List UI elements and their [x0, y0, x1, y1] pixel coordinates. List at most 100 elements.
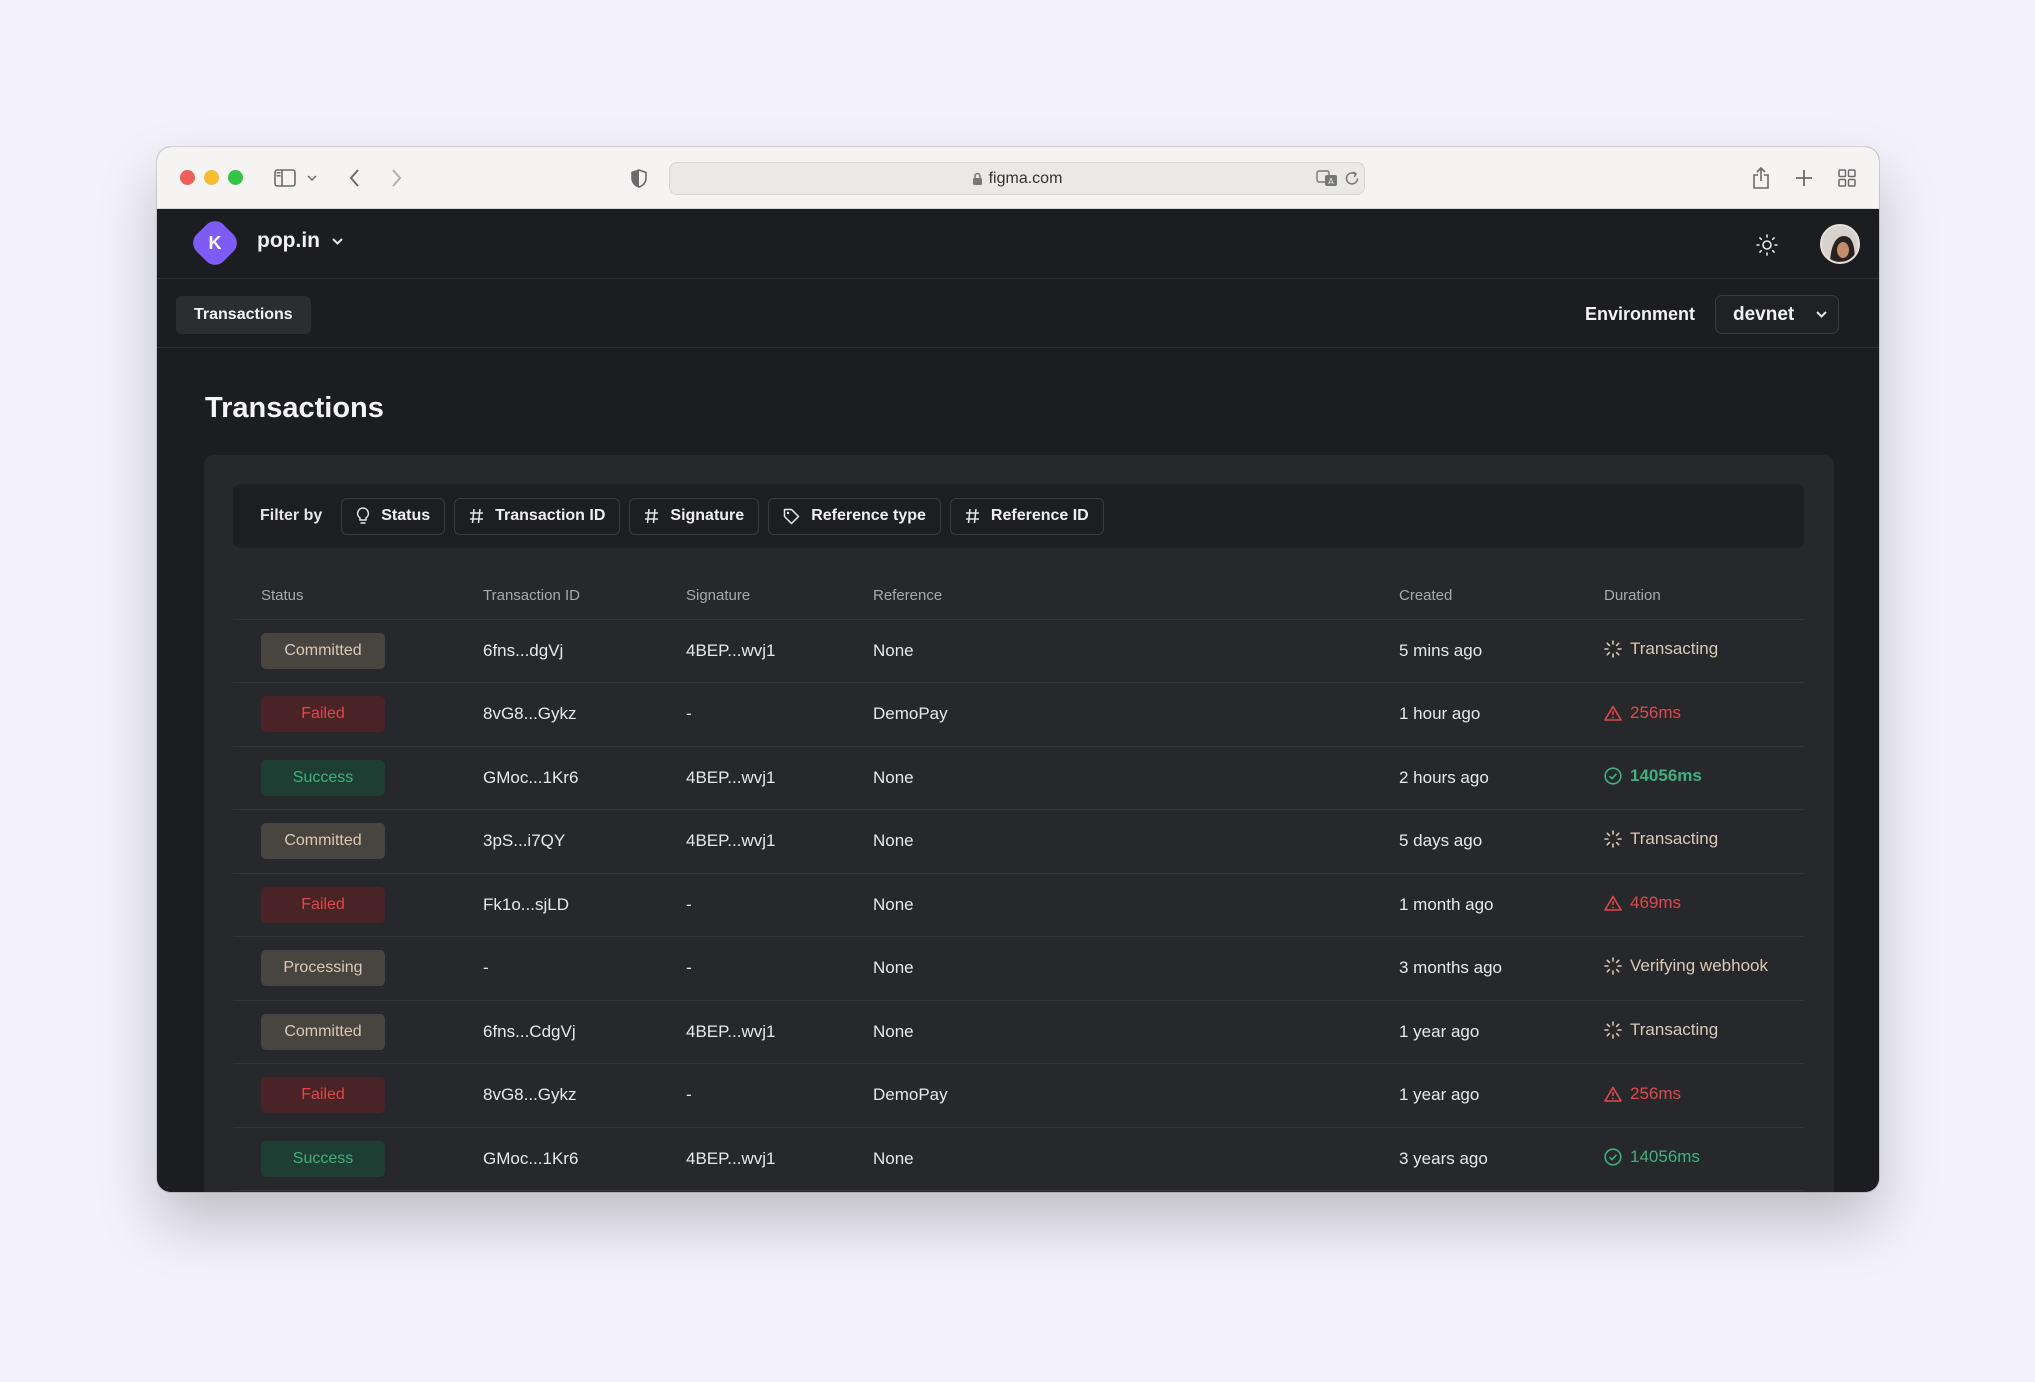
- theme-toggle-sun-icon[interactable]: [1755, 233, 1779, 257]
- transactions-panel: Filter by Status Transaction ID Signatur…: [204, 455, 1834, 1192]
- duration-cell: 14056ms: [1604, 1127, 1804, 1191]
- duration-cell: Verifying webhook: [1604, 936, 1804, 1001]
- transaction-id-cell[interactable]: GMoc...1Kr6: [483, 1127, 686, 1191]
- column-header-reference[interactable]: Reference: [873, 573, 1399, 620]
- translate-icon[interactable]: A: [1316, 170, 1338, 192]
- sidebar-toggle-icon[interactable]: [270, 161, 300, 195]
- table-row[interactable]: Committed 6fns...dgVj 4BEP...wvj1 None 5 min…: [233, 619, 1804, 683]
- status-badge: Committed: [261, 823, 385, 860]
- hash-icon: [965, 508, 979, 524]
- transaction-id-cell[interactable]: 6fns...dgVj: [483, 619, 686, 683]
- signature-cell[interactable]: 4BEP...wvj1: [686, 1127, 873, 1191]
- share-icon[interactable]: [1749, 161, 1773, 195]
- duration-cell: 256ms: [1604, 1063, 1804, 1128]
- table-row[interactable]: Failed 8vG8...Gykz - DemoPay 1 year ago 256ms: [233, 1063, 1804, 1128]
- filter-chip-reference-type[interactable]: Reference type: [768, 497, 941, 535]
- table-row[interactable]: Committed 6fns...CdgVj 4BEP...wvj1 None 1 ye…: [233, 1000, 1804, 1064]
- duration-cell: Transacting: [1604, 619, 1804, 683]
- created-cell: 1 month ago: [1399, 873, 1604, 937]
- signature-cell[interactable]: -: [686, 682, 873, 747]
- column-header-status[interactable]: Status: [233, 573, 483, 620]
- user-avatar[interactable]: [1820, 224, 1860, 264]
- close-window-button[interactable]: [180, 170, 195, 185]
- reference-cell: None: [873, 936, 1399, 1001]
- transaction-id-cell[interactable]: -: [483, 936, 686, 1001]
- transaction-id-cell[interactable]: GMoc...1Kr6: [483, 746, 686, 810]
- signature-cell[interactable]: -: [686, 1063, 873, 1128]
- table-row[interactable]: Committed 3pS...i7QY 4BEP...wvj1 None 5 days…: [233, 809, 1804, 874]
- tag-icon: [783, 508, 800, 524]
- chevron-down-icon: [332, 237, 343, 245]
- created-cell: 1 hour ago: [1399, 682, 1604, 747]
- privacy-shield-icon[interactable]: [629, 161, 649, 195]
- status-cell: Success: [233, 746, 483, 810]
- minimize-window-button[interactable]: [204, 170, 219, 185]
- duration-text: Transacting: [1630, 638, 1719, 658]
- transaction-id-cell[interactable]: 6fns...CdgVj: [483, 1000, 686, 1064]
- duration-value: 14056ms: [1604, 766, 1702, 786]
- forward-icon[interactable]: [386, 161, 406, 195]
- filter-chip-reference-id[interactable]: Reference ID: [949, 497, 1104, 535]
- signature-cell[interactable]: 4BEP...wvj1: [686, 746, 873, 810]
- chevron-down-icon[interactable]: [305, 161, 319, 195]
- browser-window: figma.com A K pop.in Transactions Enviro…: [157, 147, 1879, 1192]
- page-title: Transactions: [205, 392, 384, 424]
- status-cell: Committed: [233, 619, 483, 683]
- created-cell: 3 years ago: [1399, 1127, 1604, 1191]
- column-header-created[interactable]: Created: [1399, 573, 1604, 620]
- duration-cell: Transacting: [1604, 1000, 1804, 1064]
- check-circle-icon: [1604, 767, 1622, 785]
- signature-cell[interactable]: 4BEP...wvj1: [686, 809, 873, 874]
- reference-cell: DemoPay: [873, 682, 1399, 747]
- workspace-switcher[interactable]: pop.in: [257, 229, 343, 253]
- signature-cell[interactable]: 4BEP...wvj1: [686, 1000, 873, 1064]
- table-row[interactable]: Success GMoc...1Kr6 4BEP...wvj1 None 3 years…: [233, 1127, 1804, 1191]
- filter-chip-label: Signature: [670, 507, 745, 524]
- created-cell: 1 year ago: [1399, 1063, 1604, 1128]
- filter-chip-signature[interactable]: Signature: [629, 497, 760, 535]
- duration-value: Transacting: [1604, 1020, 1718, 1040]
- spinner-icon: [1604, 639, 1622, 658]
- signature-cell[interactable]: -: [686, 873, 873, 937]
- reload-icon[interactable]: [1344, 170, 1360, 192]
- signature-cell[interactable]: -: [686, 936, 873, 1001]
- table-row[interactable]: Success GMoc...1Kr6 4BEP...wvj1 None 2 hours…: [233, 746, 1804, 810]
- hash-icon: [470, 508, 484, 524]
- back-icon[interactable]: [344, 161, 364, 195]
- hash-icon: [645, 508, 659, 524]
- address-bar[interactable]: figma.com A: [669, 162, 1365, 195]
- transaction-id-cell[interactable]: 8vG8...Gykz: [483, 682, 686, 747]
- signature-cell[interactable]: 4BEP...wvj1: [686, 619, 873, 683]
- transaction-id-cell[interactable]: 8vG8...Gykz: [483, 1063, 686, 1128]
- duration-cell: Transacting: [1604, 809, 1804, 874]
- created-cell: 1 year ago: [1399, 1000, 1604, 1064]
- table-row[interactable]: Processing - - None 3 months ago Verifying we…: [233, 936, 1804, 1001]
- column-header-signature[interactable]: Signature: [686, 573, 873, 620]
- duration-text: 469ms: [1630, 893, 1682, 913]
- zoom-window-button[interactable]: [228, 170, 243, 185]
- status-cell: Committed: [233, 1000, 483, 1064]
- status-badge: Failed: [261, 1077, 385, 1114]
- status-cell: Failed: [233, 1063, 483, 1128]
- duration-text: 256ms: [1630, 702, 1682, 722]
- environment-label: Environment: [1585, 304, 1696, 324]
- table-row[interactable]: Failed 8vG8...Gykz - DemoPay 1 hour ago 256ms: [233, 682, 1804, 747]
- environment-select[interactable]: devnet: [1715, 295, 1839, 334]
- transaction-id-cell[interactable]: Fk1o...sjLD: [483, 873, 686, 937]
- duration-value: 256ms: [1604, 1084, 1681, 1104]
- check-circle-icon: [1604, 1148, 1622, 1166]
- spinner-icon: [1604, 1020, 1622, 1039]
- transaction-id-cell[interactable]: 3pS...i7QY: [483, 809, 686, 874]
- tab-overview-icon[interactable]: [1835, 161, 1859, 195]
- column-header-duration[interactable]: Duration: [1604, 573, 1804, 620]
- filter-chip-transaction-id[interactable]: Transaction ID: [454, 497, 621, 535]
- column-header-transaction-id[interactable]: Transaction ID: [483, 573, 686, 620]
- reference-cell: None: [873, 809, 1399, 874]
- table-row[interactable]: Failed Fk1o...sjLD - None 1 month ago 469ms: [233, 873, 1804, 937]
- duration-value: 256ms: [1604, 703, 1681, 723]
- new-tab-icon[interactable]: [1792, 161, 1816, 195]
- url-text: figma.com: [988, 169, 1063, 187]
- filter-chip-status[interactable]: Status: [341, 497, 446, 535]
- spinner-icon: [1604, 957, 1622, 976]
- tab-transactions[interactable]: Transactions: [176, 296, 311, 334]
